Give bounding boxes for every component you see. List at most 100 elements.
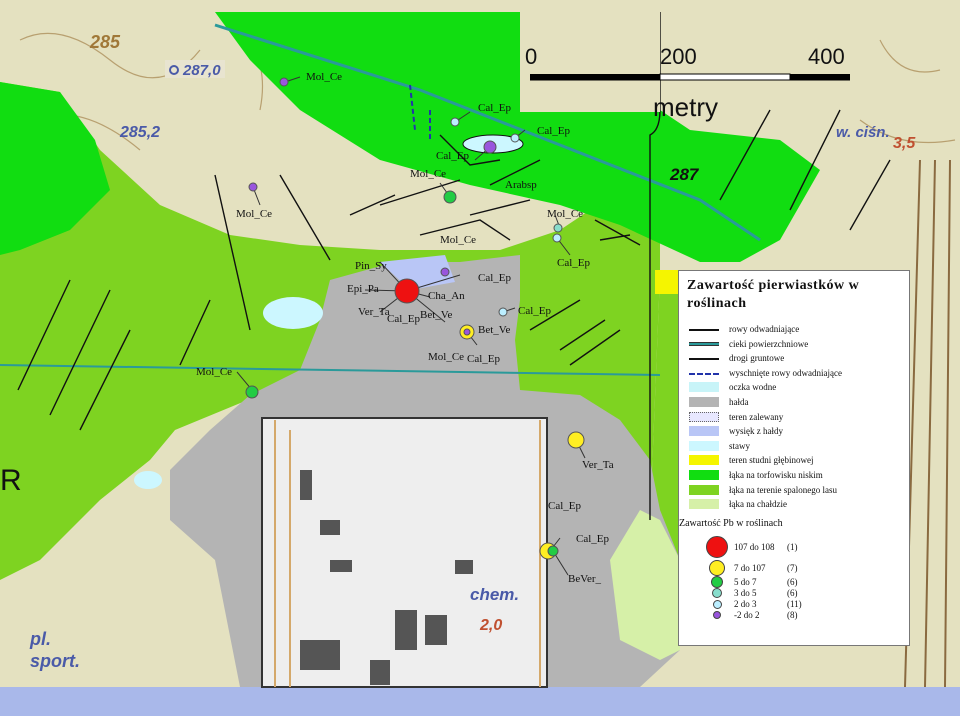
legend-item-label: wysięk z hałdy xyxy=(729,426,783,437)
elevation-label: 285,2 xyxy=(119,124,160,141)
pb-class-count: (1) xyxy=(787,542,798,552)
pb-class-range: 107 do 108 xyxy=(734,542,775,552)
sample-point xyxy=(552,233,562,243)
place-label: chem. xyxy=(470,585,519,604)
sample-label: Mol_Ce xyxy=(547,208,583,220)
scale-unit: metry xyxy=(653,92,718,122)
sample-label: Mol_Ce xyxy=(410,168,446,180)
bottom-band xyxy=(0,687,960,716)
sample-label: Cal_Ep xyxy=(478,102,511,114)
pb-class-range: -2 do 2 xyxy=(734,610,760,620)
elevation-label: 2,0 xyxy=(479,617,502,634)
legend-swatch xyxy=(689,484,719,495)
legend-item-label: stawy xyxy=(729,440,750,451)
sample-point xyxy=(567,431,585,449)
elevation-label: 285 xyxy=(89,32,121,52)
sample-label: Mol_Ce xyxy=(428,351,464,363)
legend-swatch xyxy=(689,411,719,422)
legend-swatch xyxy=(689,372,719,375)
sample-label: Cal_Ep xyxy=(478,272,511,284)
sample-point xyxy=(245,385,259,399)
place-label: R xyxy=(0,464,22,497)
elevation-label: 287 xyxy=(669,165,700,184)
sample-label: Cal_Ep xyxy=(557,257,590,269)
place-label: w. ciśn. xyxy=(836,124,890,141)
legend-swatch xyxy=(689,455,719,466)
pb-class-marker xyxy=(712,599,722,609)
sample-label: Mol_Ce xyxy=(196,366,232,378)
legend-panel: Zawartość pierwiastków w roślinach rowy … xyxy=(678,270,910,646)
legend-swatch xyxy=(689,499,719,510)
legend-swatch xyxy=(689,426,719,437)
pb-legend-title: Zawartość Pb w roślinach xyxy=(679,518,783,529)
legend-item-label: teren zalewany xyxy=(729,411,784,422)
legend-swatch xyxy=(689,329,719,331)
sample-label: Cal_Ep xyxy=(436,150,469,162)
scale-tick-0: 0 xyxy=(525,44,537,69)
legend-item-label: łąka na chałdzie xyxy=(729,499,787,510)
pond xyxy=(134,471,162,489)
sample-label: Cal_Ep xyxy=(467,353,500,365)
place-label: pl. xyxy=(29,629,51,649)
sample-point xyxy=(394,278,420,304)
pb-class-marker xyxy=(706,536,728,558)
sample-point xyxy=(440,267,450,277)
pb-class-count: (7) xyxy=(787,563,798,573)
sample-label: BeVer_ xyxy=(568,573,601,585)
sample-label: Arabsp xyxy=(505,179,537,191)
sample-label: Bet_Ve xyxy=(478,324,511,336)
sample-label: Cal_Ep xyxy=(548,500,581,512)
pb-class-count: (8) xyxy=(787,610,798,620)
legend-swatch xyxy=(689,440,719,451)
legend-item-label: hałda xyxy=(729,397,749,407)
scale-background xyxy=(520,12,660,112)
legend-swatch xyxy=(689,382,719,393)
sample-point xyxy=(443,190,457,204)
sample-label: Epi_Pa xyxy=(347,283,379,295)
sample-label: Mol_Ce xyxy=(306,71,342,83)
well-area xyxy=(655,270,679,294)
sample-label: Cal_Ep xyxy=(518,305,551,317)
legend-item-label: oczka wodne xyxy=(729,382,777,393)
legend-swatch xyxy=(689,358,719,361)
scale-tick-400: 400 xyxy=(808,44,845,69)
legend-item-label: łąka na terenie spalonego lasu xyxy=(729,484,837,495)
legend-item-label: cieki powierzchniowe xyxy=(729,338,809,349)
legend-item-label: drogi gruntowe xyxy=(729,353,785,364)
sample-label: Mol_Ce xyxy=(440,234,476,246)
sample-label: Pin_Sy xyxy=(355,260,387,272)
legend-item-label: wyschnięte rowy odwadniające xyxy=(729,367,842,378)
sample-label: Cha_An xyxy=(428,290,465,302)
pond xyxy=(263,297,323,329)
sample-label: Bet_Ve xyxy=(420,309,453,321)
sample-label: Cal_Ep xyxy=(576,533,609,545)
sample-point xyxy=(547,545,559,557)
pb-class-marker xyxy=(711,576,723,588)
legend-swatch xyxy=(689,397,719,407)
sample-point xyxy=(463,328,471,336)
legend-swatch xyxy=(689,341,719,346)
sample-point xyxy=(510,133,520,143)
sample-label: Cal_Ep xyxy=(387,313,420,325)
elevation-label: 3,5 xyxy=(893,135,916,152)
sample-point xyxy=(553,223,563,233)
place-label: sport. xyxy=(30,651,80,671)
legend-swatch xyxy=(689,470,719,480)
pb-class-marker xyxy=(713,611,721,619)
legend-item-label: łąka na torfowisku niskim xyxy=(729,470,823,480)
pb-class-range: 7 do 107 xyxy=(734,563,766,573)
sample-label: Ver_Ta xyxy=(358,306,390,318)
sample-point xyxy=(450,117,460,127)
legend-item-label: rowy odwadniające xyxy=(729,324,800,334)
sample-point xyxy=(248,182,258,192)
pb-class-marker xyxy=(712,588,722,598)
sample-label: Ver_Ta xyxy=(582,459,614,471)
pb-class-marker xyxy=(709,560,725,576)
legend-item-label: teren studni głębinowej xyxy=(729,455,814,466)
sample-label: Cal_Ep xyxy=(537,125,570,137)
sample-label: Mol_Ce xyxy=(236,208,272,220)
scale-tick-200: 200 xyxy=(660,44,697,69)
legend-title: Zawartość pierwiastków w roślinach xyxy=(687,278,860,311)
elevation-label: 287,0 xyxy=(182,62,221,79)
sample-point xyxy=(498,307,508,317)
